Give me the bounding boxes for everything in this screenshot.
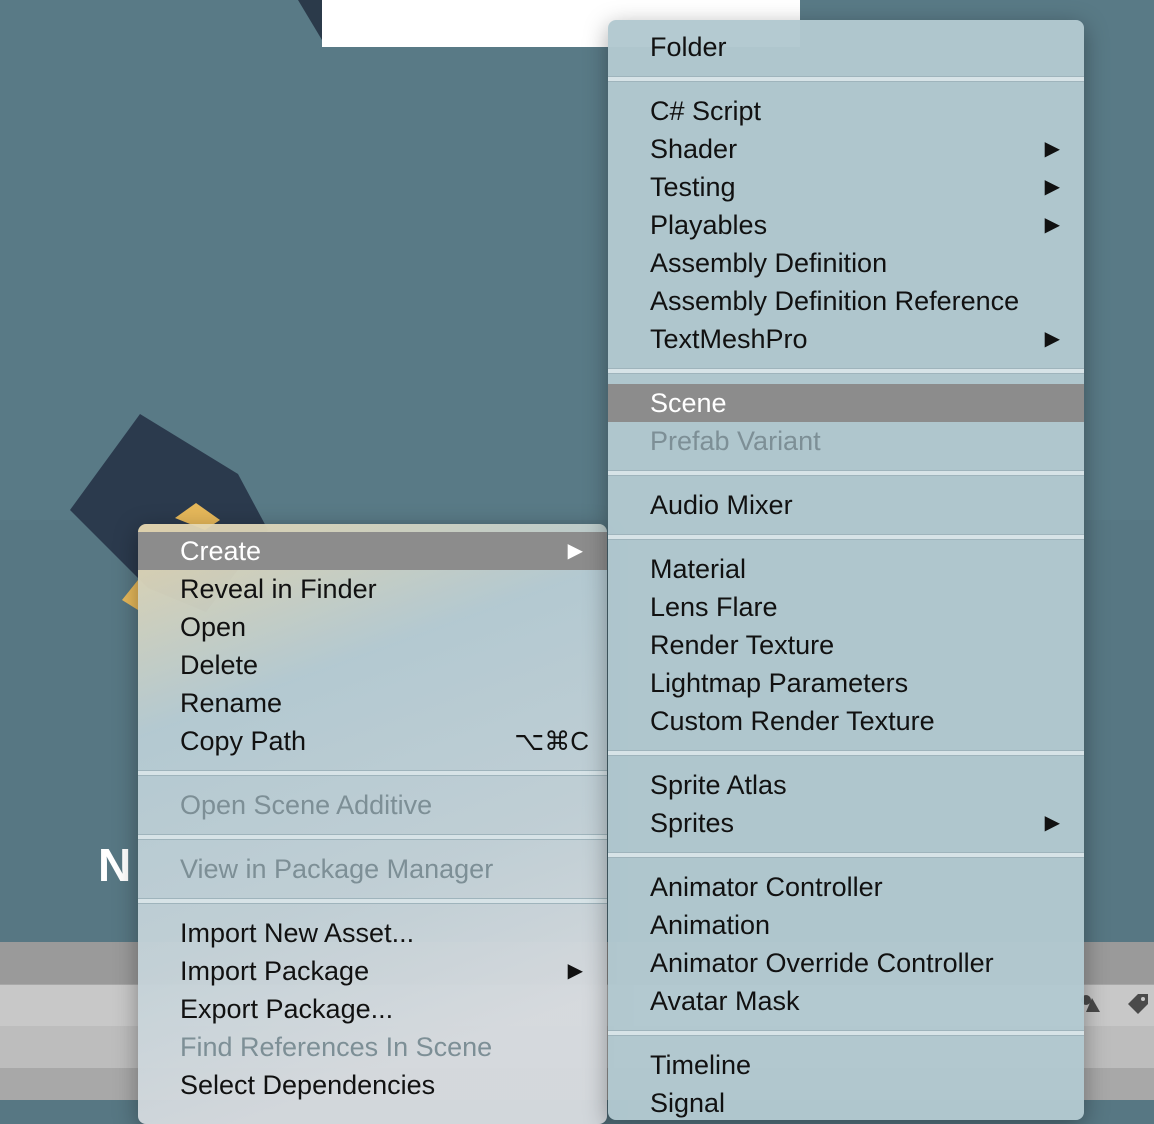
- menu-item-label: Export Package...: [180, 994, 394, 1024]
- menu-item-label: Reveal in Finder: [180, 574, 377, 604]
- create-menu-item-lightmap-parameters[interactable]: Lightmap Parameters: [608, 664, 1084, 702]
- menu-item-label: Shader: [650, 134, 738, 164]
- menu-item-label: Prefab Variant: [650, 426, 821, 456]
- menu-separator: [608, 470, 1084, 476]
- context-menu-item-import-new-asset[interactable]: Import New Asset...: [138, 914, 607, 952]
- submenu-arrow-icon: ▶: [567, 960, 583, 982]
- context-menu-item-select-dependencies[interactable]: Select Dependencies: [138, 1066, 607, 1104]
- create-menu-item-avatar-mask[interactable]: Avatar Mask: [608, 982, 1084, 1020]
- menu-item-label: Copy Path: [180, 726, 307, 756]
- context-menu-item-copy-path[interactable]: Copy Path ⌥⌘C: [138, 722, 607, 760]
- menu-separator: [608, 852, 1084, 858]
- menu-separator: [608, 1030, 1084, 1036]
- menu-separator: [608, 368, 1084, 374]
- context-menu-item-delete[interactable]: Delete: [138, 646, 607, 684]
- submenu-arrow-icon: ▶: [1044, 214, 1060, 236]
- shortcut-label: ⌥⌘C: [514, 726, 589, 756]
- menu-item-label: Animator Override Controller: [650, 948, 994, 978]
- create-menu-item-audio-mixer[interactable]: Audio Mixer: [608, 486, 1084, 524]
- context-menu-item-find-references-in-scene: Find References In Scene: [138, 1028, 607, 1066]
- create-menu-item-timeline[interactable]: Timeline: [608, 1046, 1084, 1084]
- menu-item-label: Find References In Scene: [180, 1032, 493, 1062]
- menu-item-label: Render Texture: [650, 630, 835, 660]
- menu-separator: [138, 834, 607, 840]
- menu-item-label: Timeline: [650, 1050, 752, 1080]
- create-menu-item-render-texture[interactable]: Render Texture: [608, 626, 1084, 664]
- context-menu-item-open[interactable]: Open: [138, 608, 607, 646]
- create-menu-item-animation[interactable]: Animation: [608, 906, 1084, 944]
- create-menu-item-prefab-variant: Prefab Variant: [608, 422, 1084, 460]
- submenu-arrow-icon: ▶: [1044, 138, 1060, 160]
- menu-item-label: Scene: [650, 388, 727, 418]
- context-menu-item-rename[interactable]: Rename: [138, 684, 607, 722]
- create-menu-item-textmeshpro[interactable]: TextMeshPro ▶: [608, 320, 1084, 358]
- context-menu-item-import-package[interactable]: Import Package ▶: [138, 952, 607, 990]
- create-menu-item-folder[interactable]: Folder: [608, 28, 1084, 66]
- menu-separator: [608, 534, 1084, 540]
- context-menu-item-create[interactable]: Create ▶: [138, 532, 607, 570]
- create-menu-item-assembly-definition-reference[interactable]: Assembly Definition Reference: [608, 282, 1084, 320]
- menu-item-label: Avatar Mask: [650, 986, 800, 1016]
- menu-item-label: Import New Asset...: [180, 918, 415, 948]
- create-menu-item-sprite-atlas[interactable]: Sprite Atlas: [608, 766, 1084, 804]
- asset-label: N: [98, 839, 132, 891]
- menu-item-label: Sprites: [650, 808, 735, 838]
- menu-item-label: Audio Mixer: [650, 490, 793, 520]
- create-menu-item-custom-render-texture[interactable]: Custom Render Texture: [608, 702, 1084, 740]
- create-menu-item-c-script[interactable]: C# Script: [608, 92, 1084, 130]
- create-menu-item-assembly-definition[interactable]: Assembly Definition: [608, 244, 1084, 282]
- context-menu-item-export-package[interactable]: Export Package...: [138, 990, 607, 1028]
- menu-item-label: Lens Flare: [650, 592, 778, 622]
- menu-item-label: Assembly Definition: [650, 248, 888, 278]
- context-menu: Create ▶ Reveal in Finder Open Delete Rename C…: [138, 524, 607, 1124]
- tag-icon[interactable]: [1124, 990, 1152, 1018]
- menu-item-label: Signal: [650, 1088, 726, 1118]
- menu-item-label: Material: [650, 554, 747, 584]
- create-menu-item-scene[interactable]: Scene: [608, 384, 1084, 422]
- menu-separator: [608, 750, 1084, 756]
- submenu-arrow-icon: ▶: [1044, 328, 1060, 350]
- menu-item-label: Folder: [650, 32, 727, 62]
- submenu-arrow-icon: ▶: [1044, 176, 1060, 198]
- create-menu-item-sprites[interactable]: Sprites ▶: [608, 804, 1084, 842]
- menu-item-label: TextMeshPro: [650, 324, 808, 354]
- menu-separator: [138, 770, 607, 776]
- menu-item-label: Playables: [650, 210, 768, 240]
- create-menu-item-animator-controller[interactable]: Animator Controller: [608, 868, 1084, 906]
- menu-item-label: Delete: [180, 650, 259, 680]
- menu-item-label: Import Package: [180, 956, 370, 986]
- menu-item-label: Select Dependencies: [180, 1070, 436, 1100]
- menu-item-label: Create: [180, 536, 262, 566]
- create-menu-item-animator-override-controller[interactable]: Animator Override Controller: [608, 944, 1084, 982]
- menu-separator: [138, 898, 607, 904]
- menu-item-label: C# Script: [650, 96, 762, 126]
- create-menu-item-testing[interactable]: Testing ▶: [608, 168, 1084, 206]
- context-menu-item-open-scene-additive: Open Scene Additive: [138, 786, 607, 824]
- submenu-arrow-icon: ▶: [567, 540, 583, 562]
- menu-item-label: Custom Render Texture: [650, 706, 935, 736]
- menu-item-label: Open Scene Additive: [180, 790, 433, 820]
- create-menu-item-shader[interactable]: Shader ▶: [608, 130, 1084, 168]
- create-menu-item-signal[interactable]: Signal: [608, 1084, 1084, 1120]
- submenu-arrow-icon: ▶: [1044, 812, 1060, 834]
- menu-item-label: Sprite Atlas: [650, 770, 787, 800]
- menu-item-label: Assembly Definition Reference: [650, 286, 1020, 316]
- menu-item-label: Rename: [180, 688, 283, 718]
- context-menu-item-view-in-package-manager: View in Package Manager: [138, 850, 607, 888]
- menu-item-label: Lightmap Parameters: [650, 668, 909, 698]
- menu-separator: [608, 76, 1084, 82]
- create-menu-item-lens-flare[interactable]: Lens Flare: [608, 588, 1084, 626]
- menu-item-label: Testing: [650, 172, 736, 202]
- create-submenu: Folder C# Script Shader ▶ Testing ▶ Playables ▶…: [608, 20, 1084, 1120]
- menu-item-label: Open: [180, 612, 247, 642]
- context-menu-item-reveal-in-finder[interactable]: Reveal in Finder: [138, 570, 607, 608]
- menu-item-label: Animation: [650, 910, 771, 940]
- create-menu-item-playables[interactable]: Playables ▶: [608, 206, 1084, 244]
- menu-item-label: Animator Controller: [650, 872, 883, 902]
- menu-item-label: View in Package Manager: [180, 854, 494, 884]
- create-menu-item-material[interactable]: Material: [608, 550, 1084, 588]
